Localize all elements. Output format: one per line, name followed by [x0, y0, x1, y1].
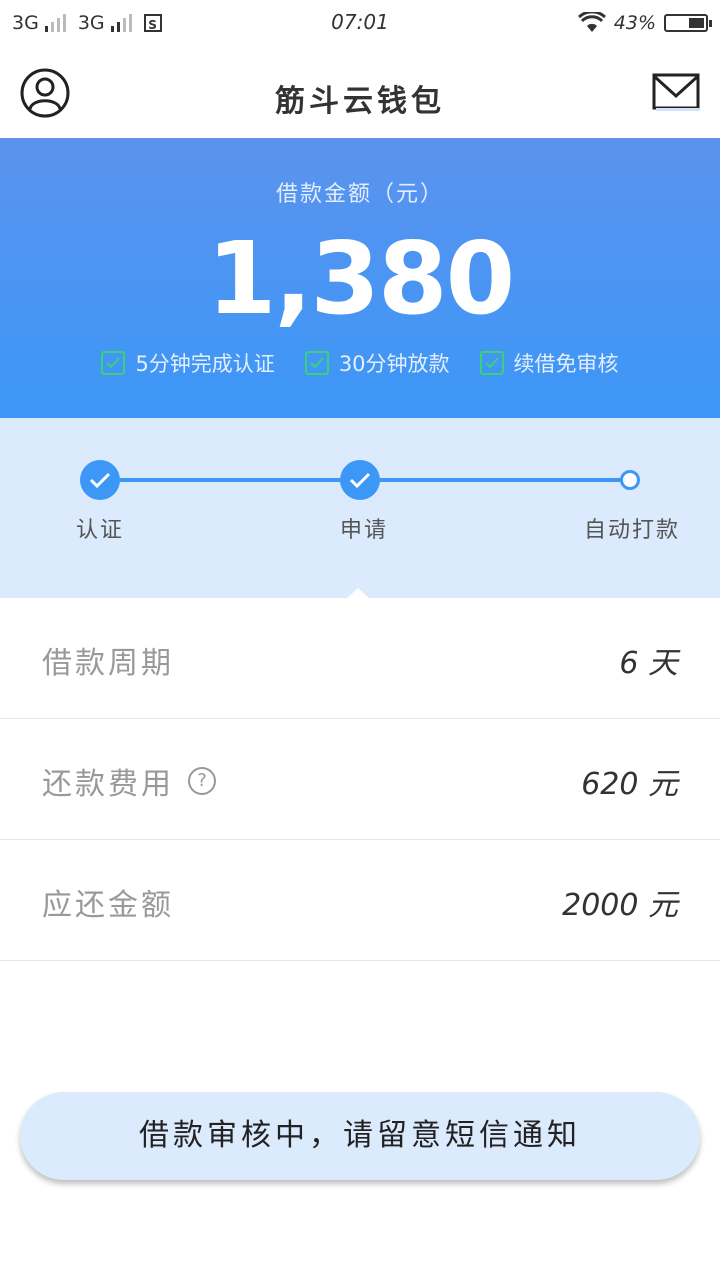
row-label: 应还金额 [42, 888, 174, 923]
step-pending-dot-icon [620, 470, 640, 490]
status-bar: 3G 3G S 07:01 43% [0, 0, 720, 50]
loan-amount-panel: 借款金额（元） 1,380 5分钟完成认证 30分钟放款 续借免审核 [0, 138, 720, 418]
check-icon [479, 351, 504, 375]
detail-row-fee: 还款费用 ? 620 元 [0, 719, 720, 840]
page-title: 筋斗云钱包 [275, 84, 445, 119]
feature-label: 5分钟完成认证 [135, 352, 275, 376]
status-right-group: 43% [577, 12, 712, 34]
row-value: 6 天 [619, 646, 678, 681]
check-icon [101, 351, 126, 375]
battery-percent: 43% [613, 12, 656, 34]
step-complete-check-icon [80, 460, 120, 500]
check-icon [304, 351, 329, 375]
app-header: 筋斗云钱包 [0, 50, 720, 138]
detail-row-period: 借款周期 6 天 [0, 598, 720, 719]
detail-row-total: 应还金额 2000 元 [0, 840, 720, 961]
step-label-auto-payout: 自动打款 [584, 518, 681, 543]
row-value: 620 元 [581, 767, 678, 802]
loan-amount-label: 借款金额（元） [275, 182, 444, 207]
row-label: 还款费用 [42, 767, 174, 802]
feature-list: 5分钟完成认证 30分钟放款 续借免审核 [0, 348, 720, 378]
feature-item: 续借免审核 [479, 348, 619, 378]
progress-steps: 认证 申请 自动打款 [0, 418, 720, 599]
loan-amount-value: 1,380 [206, 220, 515, 337]
row-label: 借款周期 [42, 646, 174, 681]
messages-button[interactable] [652, 72, 700, 112]
feature-label: 续借免审核 [513, 352, 619, 376]
feature-item: 30分钟放款 [304, 348, 450, 378]
feature-label: 30分钟放款 [338, 352, 450, 376]
battery-icon [664, 14, 712, 32]
step-complete-check-icon [340, 460, 380, 500]
step-label-apply: 申请 [340, 518, 389, 543]
help-icon[interactable]: ? [188, 767, 216, 795]
step-label-verify: 认证 [76, 518, 125, 543]
feature-item: 5分钟完成认证 [101, 348, 275, 378]
row-label-group: 还款费用 ? [42, 759, 216, 803]
loan-review-status-button[interactable]: 借款审核中，请留意短信通知 [20, 1092, 700, 1180]
row-value: 2000 元 [562, 888, 678, 923]
wifi-icon [577, 12, 606, 32]
mail-icon [652, 73, 700, 111]
